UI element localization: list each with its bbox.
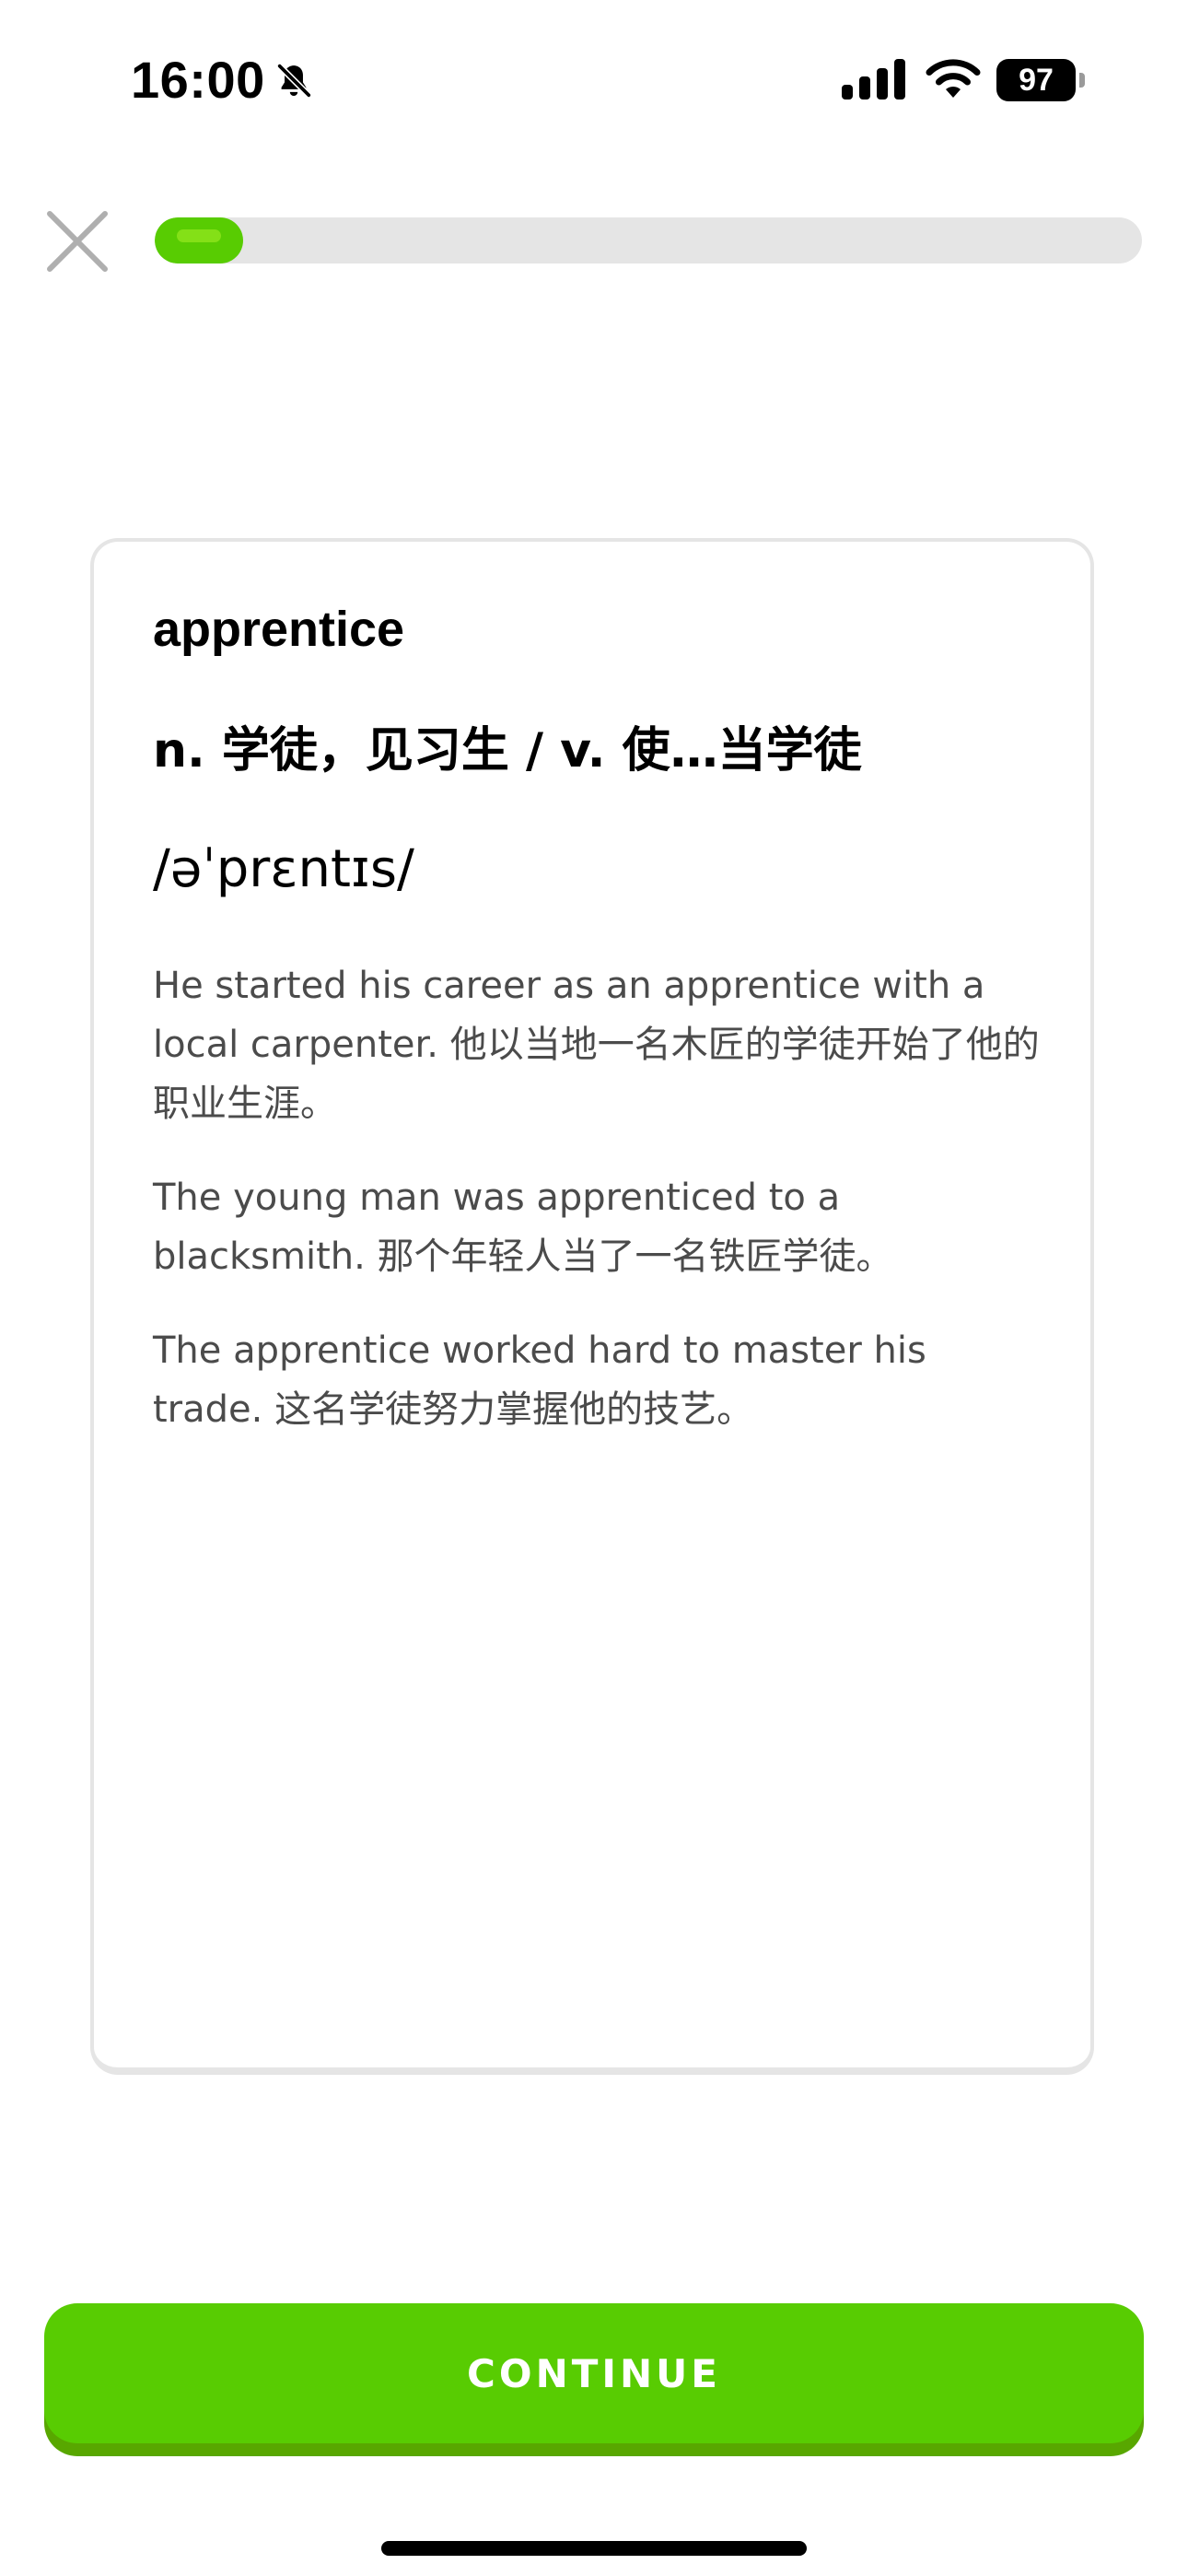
word-title: apprentice	[153, 602, 405, 657]
close-icon[interactable]	[44, 208, 111, 275]
battery-icon: 97	[996, 59, 1085, 101]
lesson-progress-fill	[155, 217, 243, 263]
bell-slash-icon	[276, 63, 312, 99]
battery-level: 97	[996, 59, 1076, 101]
example-sentence-3: The apprentice worked hard to master his…	[153, 1329, 926, 1431]
battery-cap	[1079, 73, 1085, 88]
status-time: 16:00	[131, 51, 265, 109]
signal-icon	[842, 59, 905, 100]
status-bar: 16:00 97	[0, 0, 1188, 157]
example-sentence-1: He started his career as an apprentice w…	[153, 965, 1040, 1125]
lesson-progress-bar	[155, 217, 1142, 263]
screen: 16:00 97 apprentice n. 学徒，见习生 / v. 使…当学徒…	[0, 0, 1188, 2576]
word-definition: n. 学徒，见习生 / v. 使…当学徒	[153, 723, 862, 779]
progress-shine	[177, 229, 221, 242]
home-indicator[interactable]	[381, 2541, 807, 2556]
word-phonetic: /əˈprɛntɪs/	[153, 839, 414, 899]
word-card-content: apprentice n. 学徒，见习生 / v. 使…当学徒 /əˈprɛnt…	[153, 597, 1046, 1439]
word-card: apprentice n. 学徒，见习生 / v. 使…当学徒 /əˈprɛnt…	[90, 538, 1094, 2075]
example-sentence-2: The young man was apprenticed to a black…	[153, 1177, 893, 1278]
continue-button[interactable]: CONTINUE	[44, 2303, 1144, 2443]
wifi-icon	[926, 59, 981, 98]
